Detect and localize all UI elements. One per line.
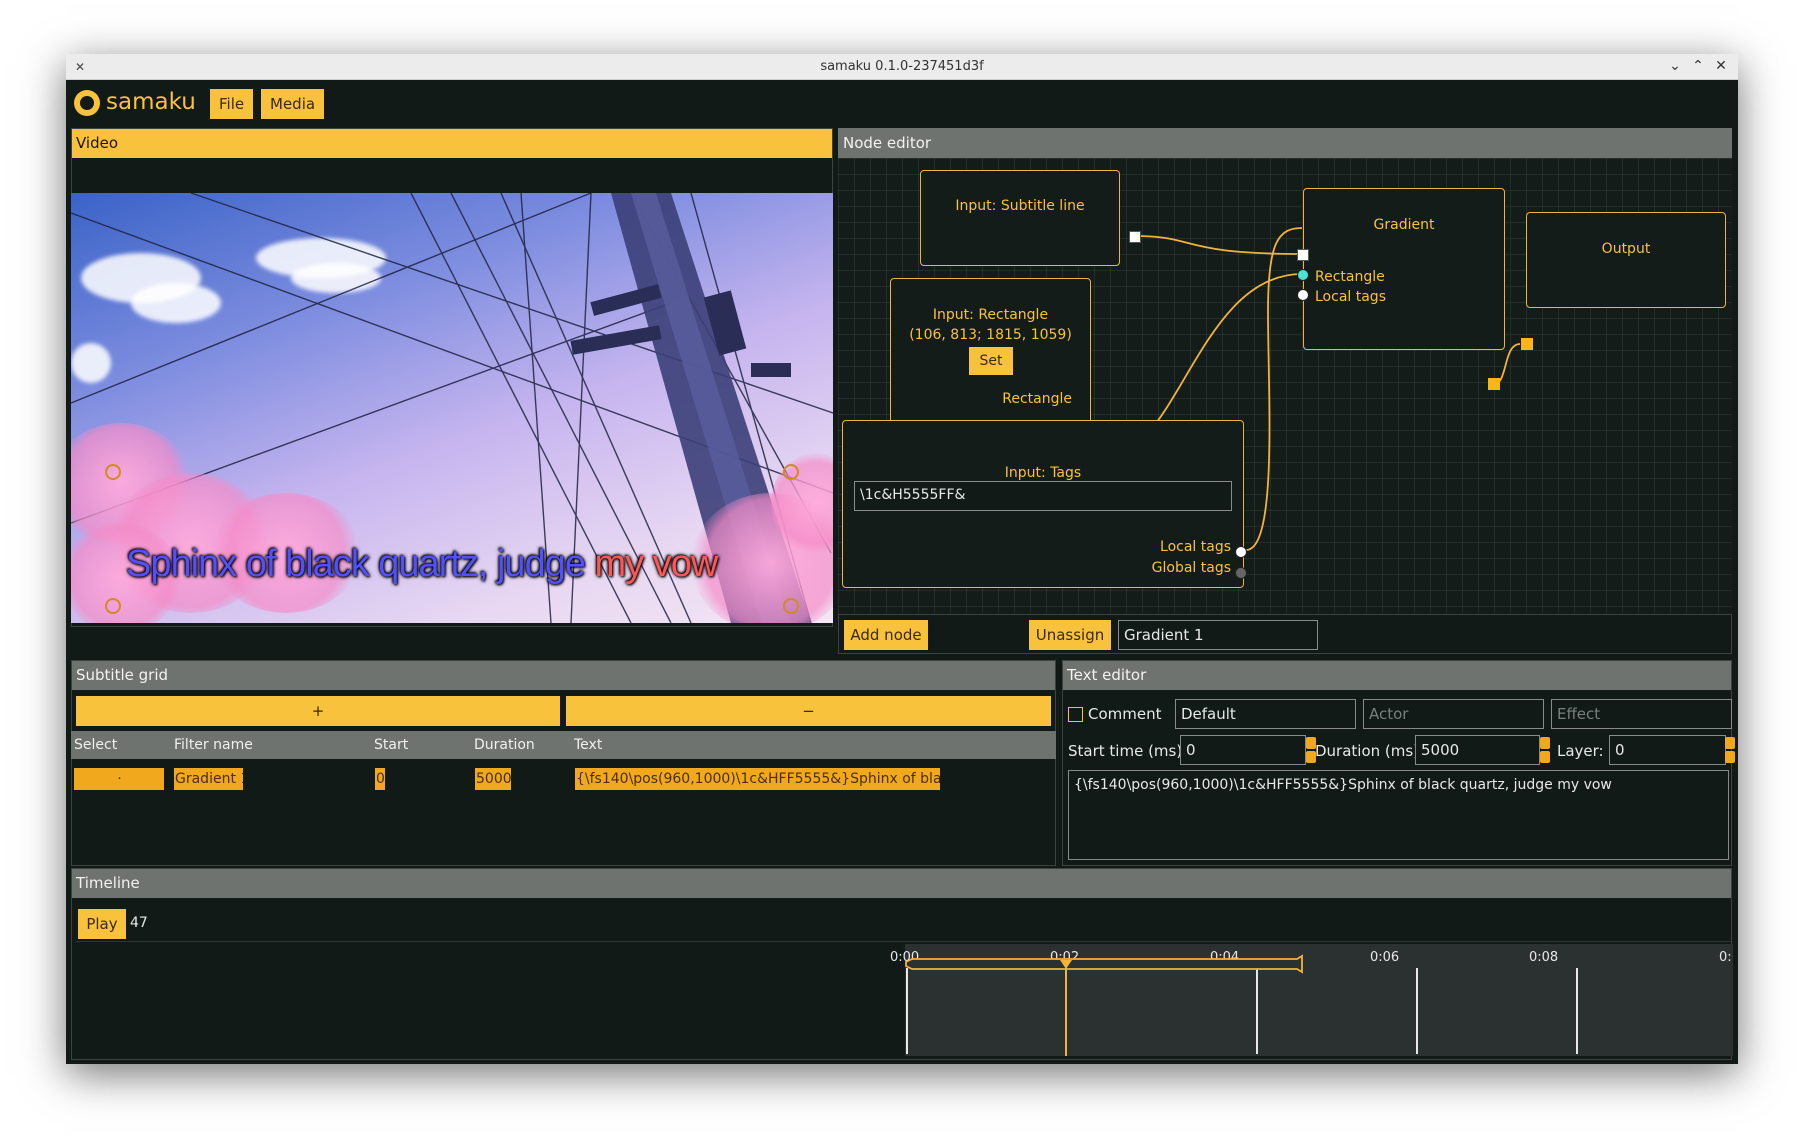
assigned-filter-field[interactable]: Gradient 1 — [1118, 620, 1318, 650]
gradient-rectangle-input-port[interactable] — [1297, 269, 1309, 281]
tick-label: 0:08 — [1529, 950, 1559, 965]
row-filter-name[interactable]: Gradient 1 — [174, 768, 243, 790]
tick-line — [1416, 968, 1418, 1054]
rectangle-output-label: Rectangle — [1002, 391, 1072, 407]
duration-stepper[interactable] — [1540, 737, 1550, 763]
tick-line — [1256, 968, 1258, 1054]
layer-input[interactable]: 0 — [1609, 735, 1726, 765]
current-frame: 47 — [130, 915, 148, 931]
rect-handle-bottom-right[interactable] — [783, 598, 799, 614]
unassign-button[interactable]: Unassign — [1029, 620, 1111, 650]
row-duration[interactable]: 5000 — [475, 768, 511, 790]
file-menu-button[interactable]: File — [210, 89, 254, 119]
app-name: samaku — [106, 89, 196, 115]
tick-label: 0:06 — [1370, 950, 1400, 965]
actor-field[interactable]: Actor — [1363, 699, 1544, 729]
row-text[interactable]: {\fs140\pos(960,1000)\1c&HFF5555&}Sphinx… — [575, 768, 940, 790]
node-title: Input: Tags — [1004, 465, 1082, 481]
playhead-marker-icon[interactable] — [1060, 960, 1072, 969]
gradient-local-tags-input-port[interactable] — [1297, 289, 1309, 301]
minimize-icon[interactable]: ⌄ — [1666, 57, 1684, 75]
node-title: Input: Subtitle line — [955, 198, 1085, 214]
title-bar: ✕ samaku 0.1.0-237451d3f ⌄ ⌃ ✕ — [66, 54, 1738, 80]
rendered-subtitle: Sphinx of black quartz, judge my vow — [126, 543, 718, 585]
node-title: Input: Rectangle — [932, 307, 1049, 323]
duration-label: Duration (ms): — [1315, 742, 1425, 760]
video-frame-image[interactable]: Sphinx of black quartz, judge my vow — [71, 193, 833, 623]
node-title: Gradient — [1373, 217, 1435, 233]
close-icon[interactable]: ✕ — [1712, 57, 1730, 75]
col-start[interactable]: Start — [374, 737, 408, 753]
node-editor-canvas[interactable]: Input: Subtitle line Input: Rectangle (1… — [838, 158, 1732, 614]
tick-label: 0: — [1719, 950, 1732, 965]
start-time-input[interactable]: 0 — [1180, 735, 1306, 765]
add-line-button[interactable]: + — [76, 696, 560, 726]
effect-field[interactable]: Effect — [1551, 699, 1732, 729]
app-window: ✕ samaku 0.1.0-237451d3f ⌄ ⌃ ✕ samaku Fi… — [66, 54, 1738, 1064]
remove-line-button[interactable]: − — [566, 696, 1051, 726]
node-editor-header[interactable]: Node editor — [838, 128, 1732, 158]
samaku-logo-icon — [74, 90, 100, 116]
local-tags-output-port[interactable] — [1235, 546, 1247, 558]
node-title: Output — [1601, 241, 1651, 257]
comment-checkbox[interactable] — [1068, 707, 1083, 722]
comment-label: Comment — [1088, 705, 1162, 723]
layer-label: Layer: — [1557, 742, 1604, 760]
tick-line — [906, 968, 908, 1054]
row-select-button[interactable]: · — [74, 768, 164, 790]
row-start[interactable]: 0 — [375, 768, 385, 790]
col-duration[interactable]: Duration — [474, 737, 535, 753]
col-text[interactable]: Text — [574, 737, 602, 753]
node-tags[interactable]: Input: Tags \1c&H5555FF& Local tags Glob… — [842, 420, 1244, 588]
subtitle-text-area[interactable]: {\fs140\pos(960,1000)\1c&HFF5555&}Sphinx… — [1068, 770, 1729, 860]
global-tags-output-port[interactable] — [1235, 567, 1247, 579]
play-button[interactable]: Play — [78, 909, 126, 939]
window-title: samaku 0.1.0-237451d3f — [820, 59, 984, 74]
subtitle-grid-panel — [71, 660, 1056, 866]
global-tags-output-label: Global tags — [1151, 560, 1231, 576]
grid-column-headers: Select Filter name Start Duration Text — [71, 731, 1056, 759]
node-rectangle[interactable]: Input: Rectangle (106, 813; 1815, 1059) … — [890, 278, 1091, 424]
tick-line — [1576, 968, 1578, 1054]
col-filter-name[interactable]: Filter name — [174, 737, 253, 753]
duration-input[interactable]: 5000 — [1415, 735, 1540, 765]
gradient-local-tags-input-label: Local tags — [1315, 289, 1386, 305]
node-output[interactable]: Output — [1526, 212, 1726, 308]
node-gradient[interactable]: Gradient Rectangle Local tags — [1303, 188, 1505, 350]
style-field[interactable]: Default — [1175, 699, 1356, 729]
gradient-subtitle-input-port[interactable] — [1297, 249, 1309, 261]
tags-input[interactable]: \1c&H5555FF& — [854, 481, 1232, 511]
subtitle-line-output-port[interactable] — [1129, 231, 1141, 243]
rectangle-coords: (106, 813; 1815, 1059) — [909, 327, 1072, 343]
menu-bar: samaku File Media — [66, 80, 1738, 126]
gradient-rectangle-input-label: Rectangle — [1315, 269, 1385, 285]
subtitle-event-bar[interactable] — [902, 938, 1322, 978]
gradient-output-port[interactable] — [1488, 378, 1500, 390]
start-time-label: Start time (ms): — [1068, 742, 1188, 760]
maximize-icon[interactable]: ⌃ — [1689, 57, 1707, 75]
output-input-port[interactable] — [1521, 338, 1533, 350]
col-select[interactable]: Select — [74, 737, 117, 753]
rect-handle-top-left[interactable] — [105, 464, 121, 480]
rect-handle-top-right[interactable] — [783, 464, 799, 480]
set-rectangle-button[interactable]: Set — [969, 347, 1013, 375]
node-subtitle-line[interactable]: Input: Subtitle line — [920, 170, 1120, 266]
media-menu-button[interactable]: Media — [261, 89, 325, 119]
playhead-line[interactable] — [1065, 968, 1067, 1056]
local-tags-output-label: Local tags — [1160, 539, 1231, 555]
layer-stepper[interactable] — [1725, 737, 1735, 763]
add-node-button[interactable]: Add node — [844, 620, 928, 650]
rect-handle-bottom-left[interactable] — [105, 598, 121, 614]
